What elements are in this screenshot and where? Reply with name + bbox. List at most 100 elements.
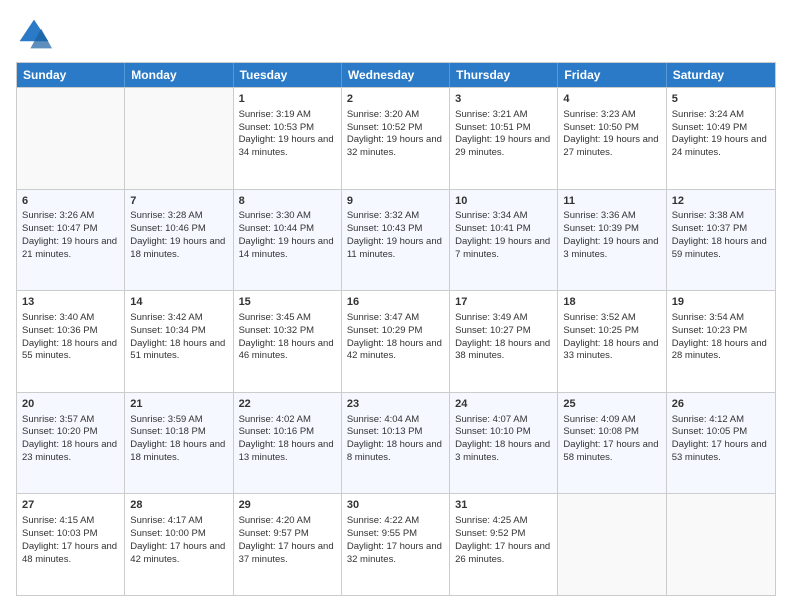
day-cell-12: 12Sunrise: 3:38 AMSunset: 10:37 PMDaylig… <box>667 190 775 291</box>
day-cell-10: 10Sunrise: 3:34 AMSunset: 10:41 PMDaylig… <box>450 190 558 291</box>
day-number: 25 <box>563 397 660 412</box>
day-cell-25: 25Sunrise: 4:09 AMSunset: 10:08 PMDaylig… <box>558 393 666 494</box>
day-cell-27: 27Sunrise: 4:15 AMSunset: 10:03 PMDaylig… <box>17 494 125 595</box>
day-cell-6: 6Sunrise: 3:26 AM Sunset: 10:47 PM Dayligh… <box>17 190 125 291</box>
calendar-week-1: 1Sunrise: 3:19 AMSunset: 10:53 PMDayligh… <box>17 87 775 189</box>
page: SundayMondayTuesdayWednesdayThursdayFrid… <box>0 0 792 612</box>
day-header-tuesday: Tuesday <box>234 63 342 87</box>
sunset-text: Sunset: 10:05 PM <box>672 426 748 437</box>
sunrise-text: Sunrise: 3:21 AM <box>455 109 527 120</box>
empty-cell <box>125 88 233 189</box>
sunrise-text: Sunrise: 3:42 AM <box>130 312 202 323</box>
day-number: 12 <box>672 194 770 209</box>
calendar-body: 1Sunrise: 3:19 AMSunset: 10:53 PMDayligh… <box>17 87 775 595</box>
sunrise-text: Sunrise: 3:54 AM <box>672 312 744 323</box>
sunset-text: Sunset: 10:25 PM <box>563 325 639 336</box>
sunset-text: Sunset: 10:53 PM <box>239 122 315 133</box>
sunrise-text: Sunrise: 3:59 AM <box>130 414 202 425</box>
day-cell-11: 11Sunrise: 3:36 AMSunset: 10:39 PMDaylig… <box>558 190 666 291</box>
daylight-text: Daylight: 19 hours and 27 minutes. <box>563 134 658 158</box>
sunset-text: Sunset: 10:51 PM <box>455 122 531 133</box>
sunrise-text: Sunrise: 4:22 AM <box>347 515 419 526</box>
day-cell-21: 21Sunrise: 3:59 AMSunset: 10:18 PMDaylig… <box>125 393 233 494</box>
sunset-text: Sunset: 10:32 PM <box>239 325 315 336</box>
day-header-thursday: Thursday <box>450 63 558 87</box>
day-number: 17 <box>455 295 552 310</box>
daylight-text: Daylight: 18 hours and 3 minutes. <box>455 439 550 463</box>
sunset-text: Sunset: 10:41 PM <box>455 223 531 234</box>
day-number: 6 <box>22 194 119 209</box>
sunrise-text: Sunrise: 3:20 AM <box>347 109 419 120</box>
daylight-text: Daylight: 18 hours and 23 minutes. <box>22 439 117 463</box>
sunrise-text: Sunrise: 3:26 AM <box>22 210 94 221</box>
sunrise-text: Sunrise: 3:40 AM <box>22 312 94 323</box>
day-number: 10 <box>455 194 552 209</box>
day-cell-19: 19Sunrise: 3:54 AMSunset: 10:23 PMDaylig… <box>667 291 775 392</box>
calendar-week-4: 20Sunrise: 3:57 AMSunset: 10:20 PMDaylig… <box>17 392 775 494</box>
day-number: 16 <box>347 295 444 310</box>
sunset-text: Sunset: 10:23 PM <box>672 325 748 336</box>
day-number: 20 <box>22 397 119 412</box>
day-number: 27 <box>22 498 119 513</box>
empty-cell <box>17 88 125 189</box>
sunrise-text: Sunrise: 4:15 AM <box>22 515 94 526</box>
day-number: 11 <box>563 194 660 209</box>
day-number: 1 <box>239 92 336 107</box>
logo-icon <box>16 16 52 52</box>
day-cell-29: 29Sunrise: 4:20 AMSunset: 9:57 PMDayligh… <box>234 494 342 595</box>
sunset-text: Sunset: 10:18 PM <box>130 426 206 437</box>
sunrise-text: Sunrise: 3:30 AM <box>239 210 311 221</box>
day-number: 28 <box>130 498 227 513</box>
sunset-text: Sunset: 10:03 PM <box>22 528 98 539</box>
day-cell-13: 13Sunrise: 3:40 AMSunset: 10:36 PMDaylig… <box>17 291 125 392</box>
daylight-text: Daylight: 18 hours and 13 minutes. <box>239 439 334 463</box>
day-header-wednesday: Wednesday <box>342 63 450 87</box>
logo <box>16 16 56 52</box>
day-cell-5: 5Sunrise: 3:24 AMSunset: 10:49 PMDayligh… <box>667 88 775 189</box>
day-cell-2: 2Sunrise: 3:20 AMSunset: 10:52 PMDayligh… <box>342 88 450 189</box>
calendar-header-row: SundayMondayTuesdayWednesdayThursdayFrid… <box>17 63 775 87</box>
day-cell-1: 1Sunrise: 3:19 AMSunset: 10:53 PMDayligh… <box>234 88 342 189</box>
sunset-text: Sunset: 10:00 PM <box>130 528 206 539</box>
day-number: 24 <box>455 397 552 412</box>
sunrise-text: Sunrise: 3:49 AM <box>455 312 527 323</box>
calendar-week-5: 27 Sunrise: 4:15 AM Sunset: 10:03 PM Daylig… <box>17 493 775 595</box>
daylight-text: Daylight: 19 hours and 3 minutes. <box>563 236 658 260</box>
day-number: 2 <box>347 92 444 107</box>
sunset-text: Sunset: 10:43 PM <box>347 223 423 234</box>
day-number: 4 <box>563 92 660 107</box>
sunrise-text: Sunrise: 4:09 AM <box>563 414 635 425</box>
day-cell-15: 15Sunrise: 3:45 AMSunset: 10:32 PMDaylig… <box>234 291 342 392</box>
day-number: 31 <box>455 498 552 513</box>
daylight-text: Daylight: 17 hours and 58 minutes. <box>563 439 658 463</box>
day-header-saturday: Saturday <box>667 63 775 87</box>
daylight-text: Daylight: 19 hours and 34 minutes. <box>239 134 334 158</box>
sunrise-text: Sunrise: 3:47 AM <box>347 312 419 323</box>
sunrise-text: Sunrise: 4:25 AM <box>455 515 527 526</box>
day-number: 18 <box>563 295 660 310</box>
day-cell-20: 20Sunrise: 3:57 AMSunset: 10:20 PMDaylig… <box>17 393 125 494</box>
daylight-text: Daylight: 18 hours and 33 minutes. <box>563 338 658 362</box>
sunrise-text: Sunrise: 3:38 AM <box>672 210 744 221</box>
day-cell-24: 24Sunrise: 4:07 AMSunset: 10:10 PMDaylig… <box>450 393 558 494</box>
day-cell-3: 3Sunrise: 3:21 AMSunset: 10:51 PMDayligh… <box>450 88 558 189</box>
sunset-text: Sunset: 10:47 PM <box>22 223 98 234</box>
day-cell-9: 9Sunrise: 3:32 AMSunset: 10:43 PMDayligh… <box>342 190 450 291</box>
daylight-text: Daylight: 18 hours and 28 minutes. <box>672 338 767 362</box>
sunset-text: Sunset: 10:46 PM <box>130 223 206 234</box>
header <box>16 16 776 52</box>
daylight-text: Daylight: 19 hours and 21 minutes. <box>22 236 117 260</box>
daylight-text: Daylight: 19 hours and 24 minutes. <box>672 134 767 158</box>
day-number: 5 <box>672 92 770 107</box>
sunset-text: Sunset: 10:34 PM <box>130 325 206 336</box>
day-number: 8 <box>239 194 336 209</box>
day-number: 14 <box>130 295 227 310</box>
day-number: 26 <box>672 397 770 412</box>
daylight-text: Daylight: 18 hours and 38 minutes. <box>455 338 550 362</box>
day-cell-22: 22Sunrise: 4:02 AMSunset: 10:16 PMDaylig… <box>234 393 342 494</box>
day-cell-31: 31Sunrise: 4:25 AMSunset: 9:52 PMDayligh… <box>450 494 558 595</box>
sunrise-text: Sunrise: 3:34 AM <box>455 210 527 221</box>
day-cell-7: 7Sunrise: 3:28 AMSunset: 10:46 PMDayligh… <box>125 190 233 291</box>
day-cell-28: 28Sunrise: 4:17 AMSunset: 10:00 PMDaylig… <box>125 494 233 595</box>
daylight-text: Daylight: 17 hours and 26 minutes. <box>455 541 550 565</box>
